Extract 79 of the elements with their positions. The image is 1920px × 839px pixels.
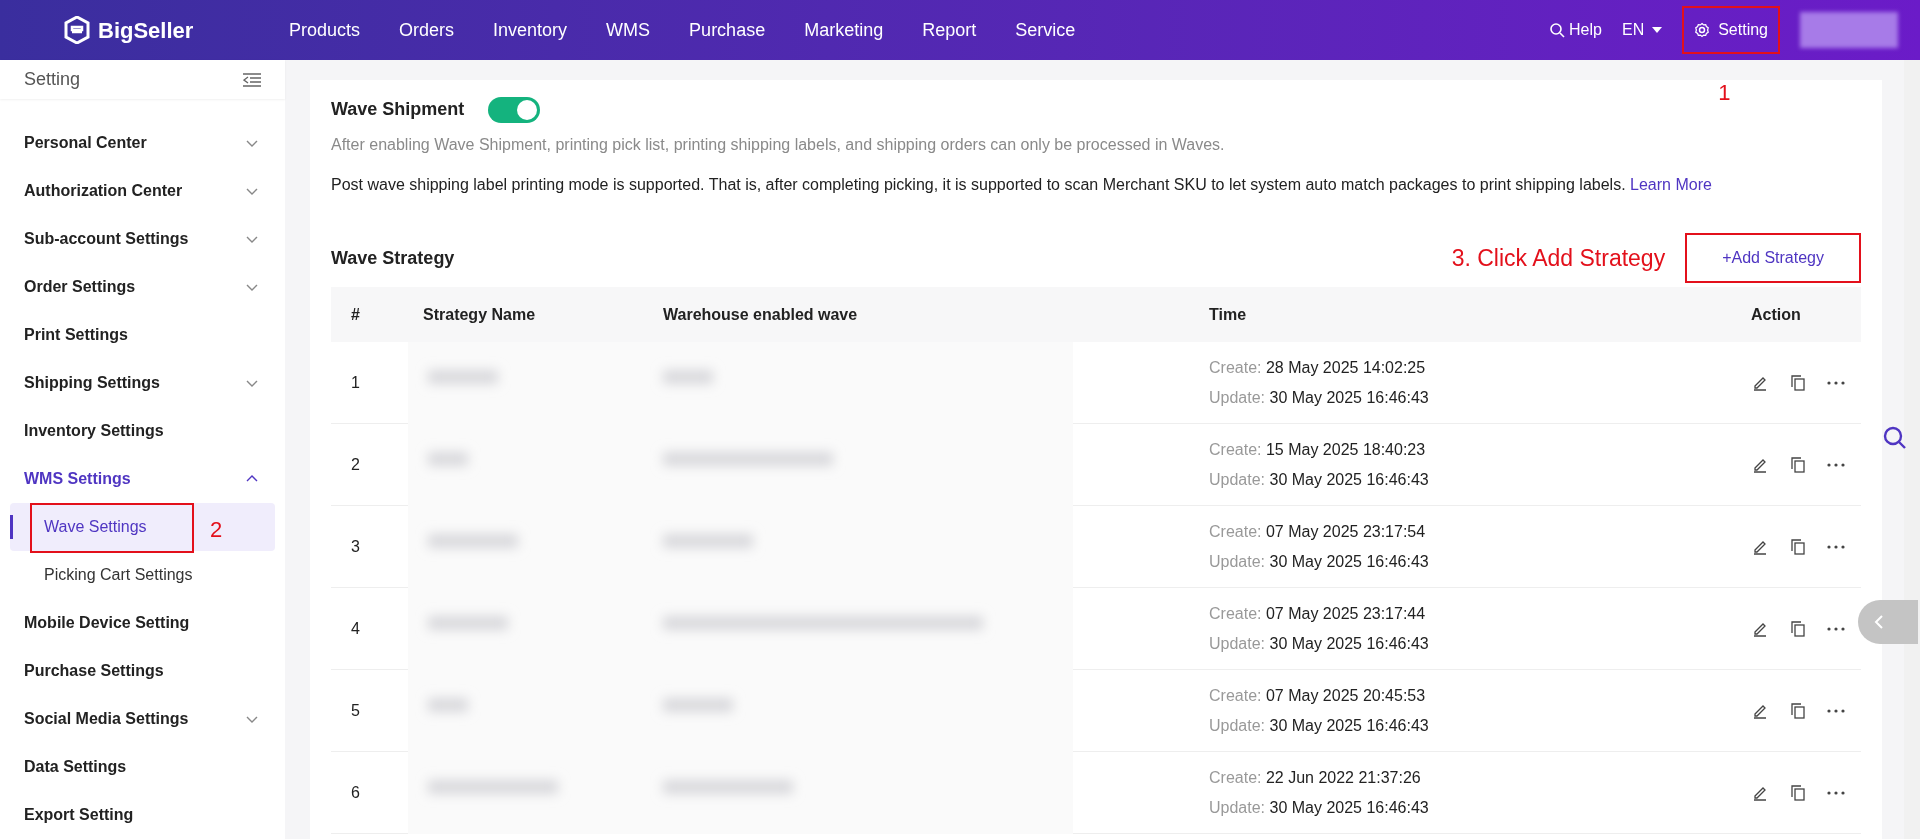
- sidebar-item[interactable]: Sub-account Settings: [0, 215, 285, 263]
- learn-more-link[interactable]: Learn More: [1630, 176, 1712, 193]
- sidebar-item[interactable]: Social Media Settings: [0, 695, 285, 743]
- hint-text: After enabling Wave Shipment, printing pick list, printing shipping labels, and shipping orders can only be processed in Waves.: [331, 135, 1226, 155]
- section-title: Wave Shipment: [331, 98, 465, 121]
- copy-icon[interactable]: [1789, 701, 1807, 720]
- search-icon: [1549, 22, 1566, 38]
- copy-icon[interactable]: [1789, 783, 1807, 802]
- column-header: Warehouse enabled wave: [663, 304, 859, 325]
- sidebar-item[interactable]: Export Setting: [0, 791, 285, 839]
- table-cell-text: Create: 15 May 2025 18:40:23: [1209, 439, 1427, 460]
- more-icon[interactable]: [1827, 790, 1845, 795]
- annotation-number: 2: [210, 516, 223, 544]
- table-cell-text: Update: 30 May 2025 16:46:43: [1209, 715, 1430, 736]
- annotation-text: 3. Click Add Strategy: [1451, 243, 1666, 273]
- sidebar-title: Setting: [24, 68, 81, 91]
- table-cell-text: 4: [350, 618, 361, 639]
- collapse-menu-icon[interactable]: [243, 72, 261, 87]
- nav-link[interactable]: Inventory: [493, 16, 568, 44]
- language-dropdown[interactable]: EN: [1621, 18, 1663, 42]
- sidebar-item[interactable]: Purchase Settings: [0, 647, 285, 695]
- column-header: Action: [1751, 304, 1802, 325]
- search-icon[interactable]: [1882, 425, 1908, 451]
- table-cell-text: 2: [350, 454, 361, 475]
- sidebar-item[interactable]: Data Settings: [0, 743, 285, 791]
- chevron-left-icon: [1874, 614, 1884, 630]
- column-header: #: [350, 304, 361, 325]
- sidebar-item[interactable]: Print Settings: [0, 311, 285, 359]
- table-cell-text: Create: 07 May 2025 23:17:54: [1209, 521, 1427, 542]
- nav-link[interactable]: Marketing: [804, 16, 884, 44]
- sidebar-item[interactable]: WMS Settings: [0, 455, 285, 503]
- table-cell-text: Update: 30 May 2025 16:46:43: [1209, 387, 1430, 408]
- description-text: Post wave shipping label printing mode is supported. That is, after completing picking, it is supported to scan Merchant SKU to let system auto match packages to print shipping labels. Learn More: [331, 175, 1713, 195]
- sidebar-item[interactable]: Order Settings: [0, 263, 285, 311]
- settings-icon: [1694, 22, 1711, 38]
- column-header: Time: [1209, 304, 1248, 325]
- table-cell-text: Update: 30 May 2025 16:46:43: [1209, 633, 1430, 654]
- table-cell-text: 3: [350, 536, 361, 557]
- copy-icon[interactable]: [1789, 373, 1807, 392]
- annotation-number: 1: [1718, 79, 1731, 107]
- sidebar-item[interactable]: Authorization Center: [0, 167, 285, 215]
- copy-icon[interactable]: [1789, 455, 1807, 474]
- toggle-switch[interactable]: [488, 96, 541, 123]
- table-cell-text: Update: 30 May 2025 16:46:43: [1209, 551, 1430, 572]
- table-cell-text: Update: 30 May 2025 16:46:43: [1209, 797, 1430, 818]
- more-icon[interactable]: [1827, 708, 1845, 713]
- nav-link[interactable]: Purchase: [689, 16, 766, 44]
- table-cell-text: 5: [350, 700, 361, 721]
- brand-name: BigSeller: [98, 16, 194, 45]
- sidebar-item[interactable]: Mobile Device Setting: [0, 599, 285, 647]
- caret-icon: [1652, 27, 1663, 33]
- section-title: Wave Strategy: [331, 246, 455, 270]
- nav-link[interactable]: Service: [1015, 16, 1076, 44]
- sidebar-item[interactable]: Personal Center: [0, 119, 285, 167]
- setting-button[interactable]: Setting: [1682, 6, 1780, 54]
- logo-icon: [64, 16, 90, 44]
- table-cell-text: Create: 07 May 2025 23:17:44: [1209, 603, 1427, 624]
- table-cell-text: Create: 28 May 2025 14:02:25: [1209, 357, 1427, 378]
- more-icon[interactable]: [1827, 462, 1845, 467]
- add-strategy-button[interactable]: +Add Strategy: [1685, 233, 1861, 283]
- nav-link[interactable]: Orders: [399, 16, 455, 44]
- table-cell-text: 1: [350, 372, 361, 393]
- copy-icon[interactable]: [1789, 619, 1807, 638]
- sidebar-item[interactable]: Shipping Settings: [0, 359, 285, 407]
- help-link[interactable]: Help: [1549, 18, 1602, 42]
- table-cell-text: Create: 22 Jun 2022 21:37:26: [1209, 767, 1422, 788]
- column-header: Strategy Name: [423, 304, 537, 325]
- table-cell-text: Update: 30 May 2025 16:46:43: [1209, 469, 1430, 490]
- copy-icon[interactable]: [1789, 537, 1807, 556]
- more-icon[interactable]: [1827, 544, 1845, 549]
- table-cell-text: 6: [350, 782, 361, 803]
- sidebar-subitem[interactable]: Picking Cart Settings: [10, 551, 275, 599]
- nav-link[interactable]: WMS: [606, 16, 651, 44]
- nav-link[interactable]: Products: [289, 16, 361, 44]
- more-icon[interactable]: [1827, 626, 1845, 631]
- sidebar-item[interactable]: Inventory Settings: [0, 407, 285, 455]
- table-cell-text: Create: 07 May 2025 20:45:53: [1209, 685, 1427, 706]
- nav-link[interactable]: Report: [922, 16, 977, 44]
- more-icon[interactable]: [1827, 380, 1845, 385]
